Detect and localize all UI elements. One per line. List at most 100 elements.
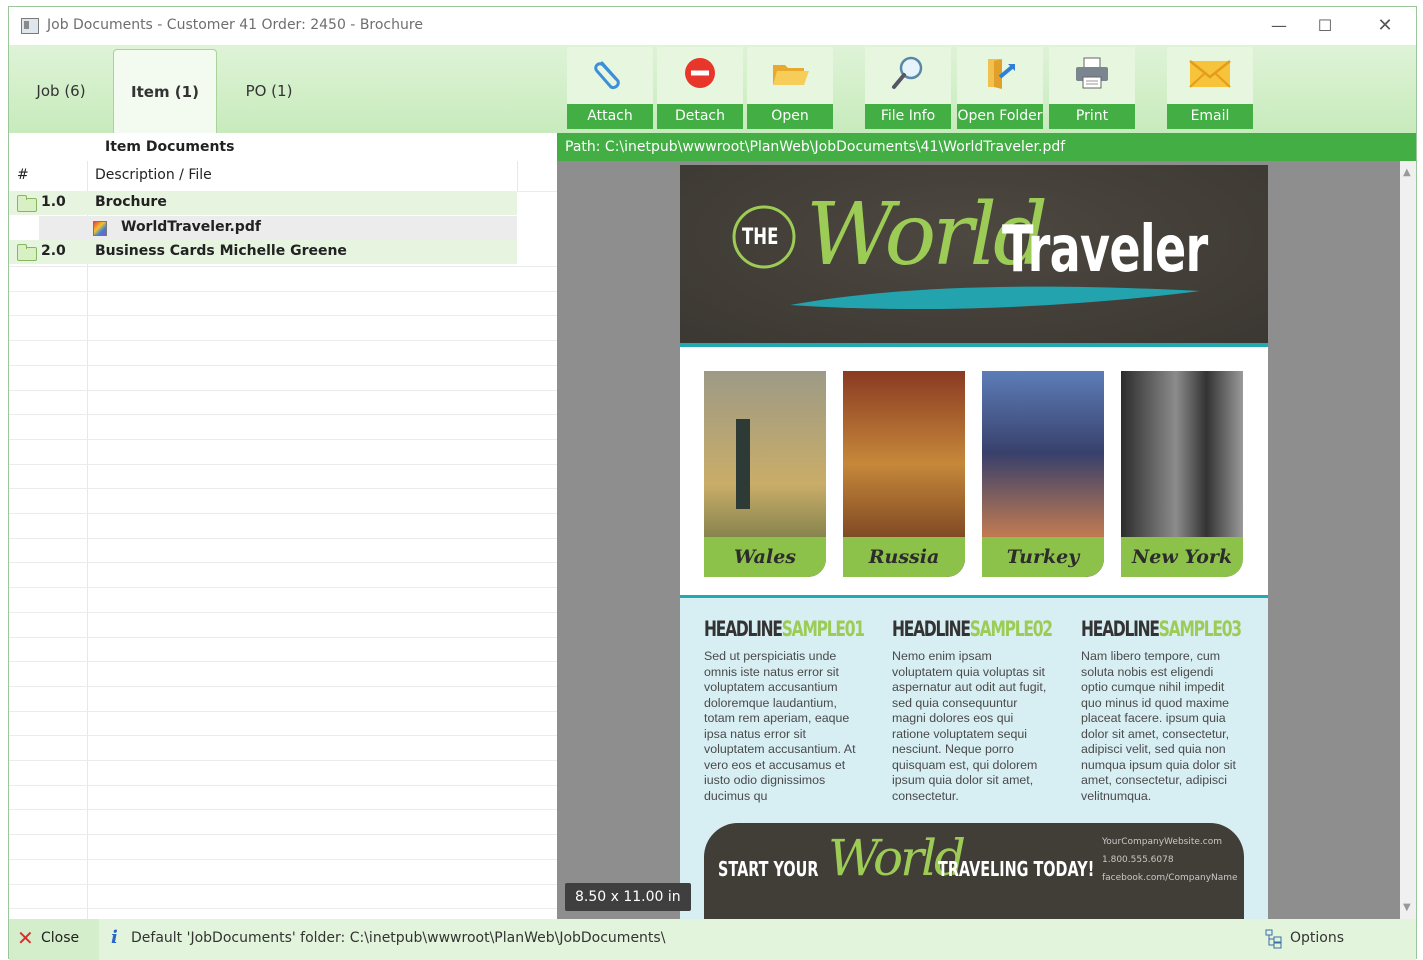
grid-line [9,315,557,317]
photo-card: Turkey [982,371,1104,577]
brochure-the: THE [742,225,779,250]
grid-line [9,908,557,910]
maximize-button[interactable]: ☐ [1302,11,1348,41]
open-folder-label: Open Folder [957,104,1043,129]
minimize-button[interactable]: — [1256,11,1302,41]
grid-line [9,290,557,292]
text-column: HEADLINESAMPLE03 Nam libero tempore, cum… [1081,617,1242,804]
file-info-label: File Info [865,104,951,129]
grid-line [9,834,557,836]
document-preview[interactable]: THE World Traveler Wales Russia Turkey N… [557,161,1400,919]
grid-line [9,562,557,564]
row-number: 2.0 [41,243,66,259]
column-headline: HEADLINESAMPLE02 [892,617,1053,641]
row-description: Brochure [95,194,167,210]
grid-line [9,636,557,638]
window-title: Job Documents - Customer 41 Order: 2450 … [47,17,423,33]
photo-caption: Turkey [982,537,1104,577]
grid-line [9,587,557,589]
open-button[interactable]: Open [747,47,833,129]
file-info-button[interactable]: File Info [865,47,951,129]
grid-line [9,414,557,416]
contact-facebook: facebook.com/CompanyName [1102,873,1238,883]
default-folder-text: Default 'JobDocuments' folder: C:\inetpu… [131,930,666,946]
scroll-down-icon[interactable]: ▼ [1403,902,1411,913]
email-button[interactable]: Email [1167,47,1253,129]
grid-line [9,266,557,267]
open-folder-button[interactable]: Open Folder [957,47,1043,129]
column-headline: HEADLINESAMPLE03 [1081,617,1242,641]
brochure-page: THE World Traveler Wales Russia Turkey N… [680,165,1268,919]
photo-caption: New York [1121,537,1243,577]
app-icon [21,18,39,34]
grid-line [9,858,557,860]
options-button[interactable]: Options [1290,930,1344,946]
detach-button[interactable]: Detach [657,47,743,129]
row-number: 1.0 [41,194,66,210]
grid-line [9,463,557,465]
list-item[interactable]: 2.0 Business Cards Michelle Greene [9,240,517,264]
brochure-traveler: Traveler [1002,213,1208,287]
column-header-number[interactable]: # [17,167,29,183]
folder-icon [17,244,37,261]
email-label: Email [1167,104,1253,129]
grid-line [9,710,557,712]
column-header-description[interactable]: Description / File [95,167,212,183]
text-column: HEADLINESAMPLE02 Nemo enim ipsam volupta… [892,617,1053,804]
column-headline: HEADLINESAMPLE01 [704,617,865,641]
vertical-scrollbar[interactable]: ▲ ▼ [1400,161,1416,919]
open-folder-icon [957,55,1043,91]
row-description: Business Cards Michelle Greene [95,243,347,259]
column-divider [517,161,518,191]
row-filename: WorldTraveler.pdf [121,219,261,235]
grid-line [9,438,557,440]
paperclip-icon [567,55,653,91]
panel-title: Item Documents [105,139,235,155]
grid-line [9,883,557,885]
folder-icon [17,195,37,212]
info-icon: i [111,927,118,948]
close-window-button[interactable]: ✕ [1362,11,1408,41]
photo-caption: Wales [704,537,826,577]
contact-phone: 1.800.555.6078 [1102,855,1174,865]
print-button[interactable]: Print [1049,47,1135,129]
tab-job[interactable]: Job (6) [13,49,109,133]
grid-line [9,389,557,391]
destination-photos: Wales Russia Turkey New York [680,349,1268,593]
attach-button[interactable]: Attach [567,47,653,129]
grid-line [9,537,557,539]
tab-po[interactable]: PO (1) [221,49,317,133]
options-icon [1265,929,1282,949]
page-size-badge: 8.50 x 11.00 in [565,883,691,911]
lighthouse-shape [736,419,750,509]
column-divider [87,161,88,919]
ribbon: Job (6) Item (1) PO (1) Attach Detach Op… [9,45,1416,134]
banner-start: START YOUR [718,857,819,881]
folder-open-icon [747,55,833,91]
remove-icon [657,55,743,91]
grid-line [9,685,557,687]
open-label: Open [747,104,833,129]
list-item[interactable]: 1.0 Brochure [9,191,517,215]
photo-card: Russia [843,371,965,577]
brochure-header: THE World Traveler [680,165,1268,343]
grid-line [9,340,557,342]
brochure-banner: START YOUR World TRAVELING TODAY! YourCo… [704,823,1244,919]
detach-label: Detach [657,104,743,129]
photo-card: New York [1121,371,1243,577]
grid-line [9,488,557,490]
column-body: Nam libero tempore, cum soluta nobis est… [1081,649,1236,803]
tab-item[interactable]: Item (1) [113,49,217,134]
grid-line [9,364,557,366]
pdf-file-icon [93,221,107,236]
column-body: Sed ut perspiciatis unde omnis iste natu… [704,649,856,803]
grid-line [9,611,557,613]
grid-line [9,809,557,811]
title-bar: Job Documents - Customer 41 Order: 2450 … [9,7,1416,45]
scroll-up-icon[interactable]: ▲ [1403,167,1411,178]
printer-icon [1049,55,1135,91]
column-body: Nemo enim ipsam voluptatem quia voluptas… [892,649,1047,803]
window: Job Documents - Customer 41 Order: 2450 … [8,6,1417,960]
list-item-selected[interactable]: WorldTraveler.pdf [39,216,517,240]
close-button[interactable]: ✕ Close [9,919,99,960]
